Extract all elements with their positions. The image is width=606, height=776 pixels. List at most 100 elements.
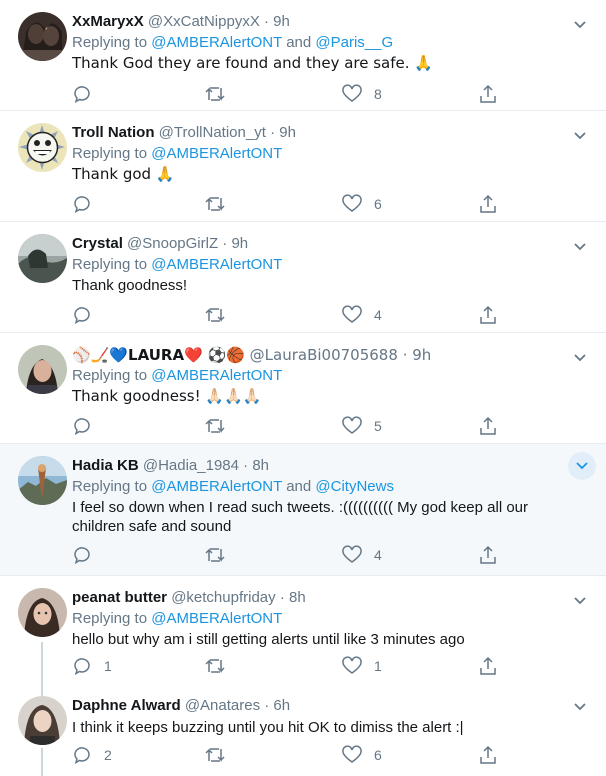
comment-icon (74, 547, 90, 565)
tweet-actions: 4 (72, 544, 502, 566)
retweet-button[interactable] (204, 83, 238, 105)
timestamp[interactable]: 8h (252, 457, 269, 474)
mention-link[interactable]: @AMBERAlertONT (151, 610, 282, 627)
more-options-button[interactable] (566, 696, 594, 718)
share-button[interactable] (478, 304, 498, 326)
timestamp[interactable]: 6h (273, 697, 290, 714)
timestamp[interactable]: 9h (279, 124, 296, 141)
mention-link[interactable]: @AMBERAlertONT (151, 34, 282, 51)
avatar[interactable] (18, 234, 67, 283)
like-button[interactable]: 4 (342, 544, 382, 566)
display-name-emoji: ❤️ ⚽🏀 (184, 346, 245, 364)
share-button[interactable] (478, 544, 498, 566)
tweet[interactable]: Crystal @SnoopGirlZ · 9h Replying to @AM… (0, 222, 606, 333)
share-icon (480, 545, 496, 564)
tweet[interactable]: peanat butter @ketchupfriday · 8h Replyi… (0, 576, 606, 688)
reply-button[interactable] (72, 544, 104, 566)
timestamp[interactable]: 8h (289, 589, 306, 606)
mention-link[interactable]: @Paris__G (315, 34, 393, 51)
tweet[interactable]: XxMaryxX @XxCatNippyxX · 9h Replying to … (0, 0, 606, 111)
avatar[interactable] (18, 12, 67, 61)
like-button[interactable]: 4 (342, 304, 382, 326)
display-name[interactable]: Daphne Alward (72, 697, 181, 714)
tweet[interactable]: Hadia KB @Hadia_1984 · 8h Replying to @A… (0, 444, 606, 576)
more-options-button[interactable] (566, 236, 594, 258)
tweet[interactable]: Troll Nation @TrollNation_yt · 9h Replyi… (0, 111, 606, 222)
more-options-button[interactable] (566, 590, 594, 612)
like-button[interactable]: 6 (342, 193, 382, 215)
reply-button[interactable]: 1 (72, 655, 112, 677)
tweet-actions: 2 6 (72, 744, 502, 766)
display-name[interactable]: Hadia KB (72, 457, 139, 474)
replying-to-label: Replying to (72, 256, 152, 273)
mention-link[interactable]: @AMBERAlertONT (151, 145, 282, 162)
display-name[interactable]: Crystal (72, 235, 123, 252)
avatar[interactable] (18, 588, 67, 637)
tweet-text: Thank goodness! (72, 277, 188, 294)
tweet[interactable]: Daphne Alward @Anatares · 6h I think it … (0, 688, 606, 776)
share-button[interactable] (478, 415, 498, 437)
retweet-button[interactable] (204, 744, 238, 766)
like-button[interactable]: 5 (342, 415, 382, 437)
retweet-button[interactable] (204, 415, 238, 437)
reply-button[interactable]: 2 (72, 744, 112, 766)
reply-button[interactable] (72, 415, 104, 437)
avatar[interactable] (18, 345, 67, 394)
user-handle[interactable]: @Hadia_1984 (143, 457, 239, 474)
avatar[interactable] (18, 123, 67, 172)
retweet-icon (205, 308, 225, 322)
like-count: 5 (374, 418, 382, 434)
tweet-header: Daphne Alward @Anatares · 6h (72, 696, 290, 716)
timestamp[interactable]: 9h (273, 13, 290, 30)
display-name[interactable]: peanat butter (72, 589, 167, 606)
share-icon (480, 416, 496, 435)
user-handle[interactable]: @XxCatNippyxX (148, 13, 260, 30)
avatar[interactable] (18, 456, 67, 505)
like-button[interactable]: 8 (342, 83, 382, 105)
replying-to-label: Replying to (72, 610, 152, 627)
heart-icon (342, 656, 362, 674)
reply-button[interactable] (72, 193, 104, 215)
share-icon (480, 656, 496, 675)
user-handle[interactable]: @SnoopGirlZ (127, 235, 218, 252)
like-button[interactable]: 1 (342, 655, 382, 677)
display-name[interactable]: XxMaryxX (72, 13, 144, 30)
display-name[interactable]: LAURA (128, 346, 184, 364)
comment-icon (74, 196, 90, 214)
tweet[interactable]: ⚾🏒💙LAURA❤️ ⚽🏀 @LauraBi00705688 · 9h Repl… (0, 333, 606, 444)
more-options-button[interactable] (566, 14, 594, 36)
more-options-button[interactable] (566, 347, 594, 369)
retweet-button[interactable] (204, 655, 238, 677)
share-button[interactable] (478, 655, 498, 677)
user-handle[interactable]: @TrollNation_yt (159, 124, 266, 141)
comment-icon (74, 658, 90, 676)
user-handle[interactable]: @LauraBi00705688 (250, 346, 398, 364)
avatar[interactable] (18, 696, 67, 745)
timestamp[interactable]: 9h (412, 346, 431, 364)
retweet-button[interactable] (204, 544, 238, 566)
mention-link[interactable]: @CityNews (315, 478, 394, 495)
more-options-button[interactable] (566, 125, 594, 147)
display-name[interactable]: Troll Nation (72, 124, 155, 141)
reply-button[interactable] (72, 83, 104, 105)
reply-button[interactable] (72, 304, 104, 326)
mention-link[interactable]: @AMBERAlertONT (151, 478, 282, 495)
user-handle[interactable]: @Anatares (185, 697, 260, 714)
retweet-button[interactable] (204, 193, 238, 215)
mention-link[interactable]: @AMBERAlertONT (151, 256, 282, 273)
user-handle[interactable]: @ketchupfriday (171, 589, 275, 606)
retweet-button[interactable] (204, 304, 238, 326)
mention-link[interactable]: @AMBERAlertONT (151, 367, 282, 384)
more-options-button[interactable] (568, 452, 596, 480)
separator-dot: · (222, 235, 228, 252)
share-button[interactable] (478, 83, 498, 105)
share-button[interactable] (478, 193, 498, 215)
share-icon (480, 84, 496, 103)
like-button[interactable]: 6 (342, 744, 382, 766)
tweet-actions: 5 (72, 415, 502, 437)
like-count: 4 (374, 307, 382, 323)
tweet-header: XxMaryxX @XxCatNippyxX · 9h (72, 12, 290, 32)
share-button[interactable] (478, 744, 498, 766)
thread-line (41, 642, 43, 688)
timestamp[interactable]: 9h (231, 235, 248, 252)
